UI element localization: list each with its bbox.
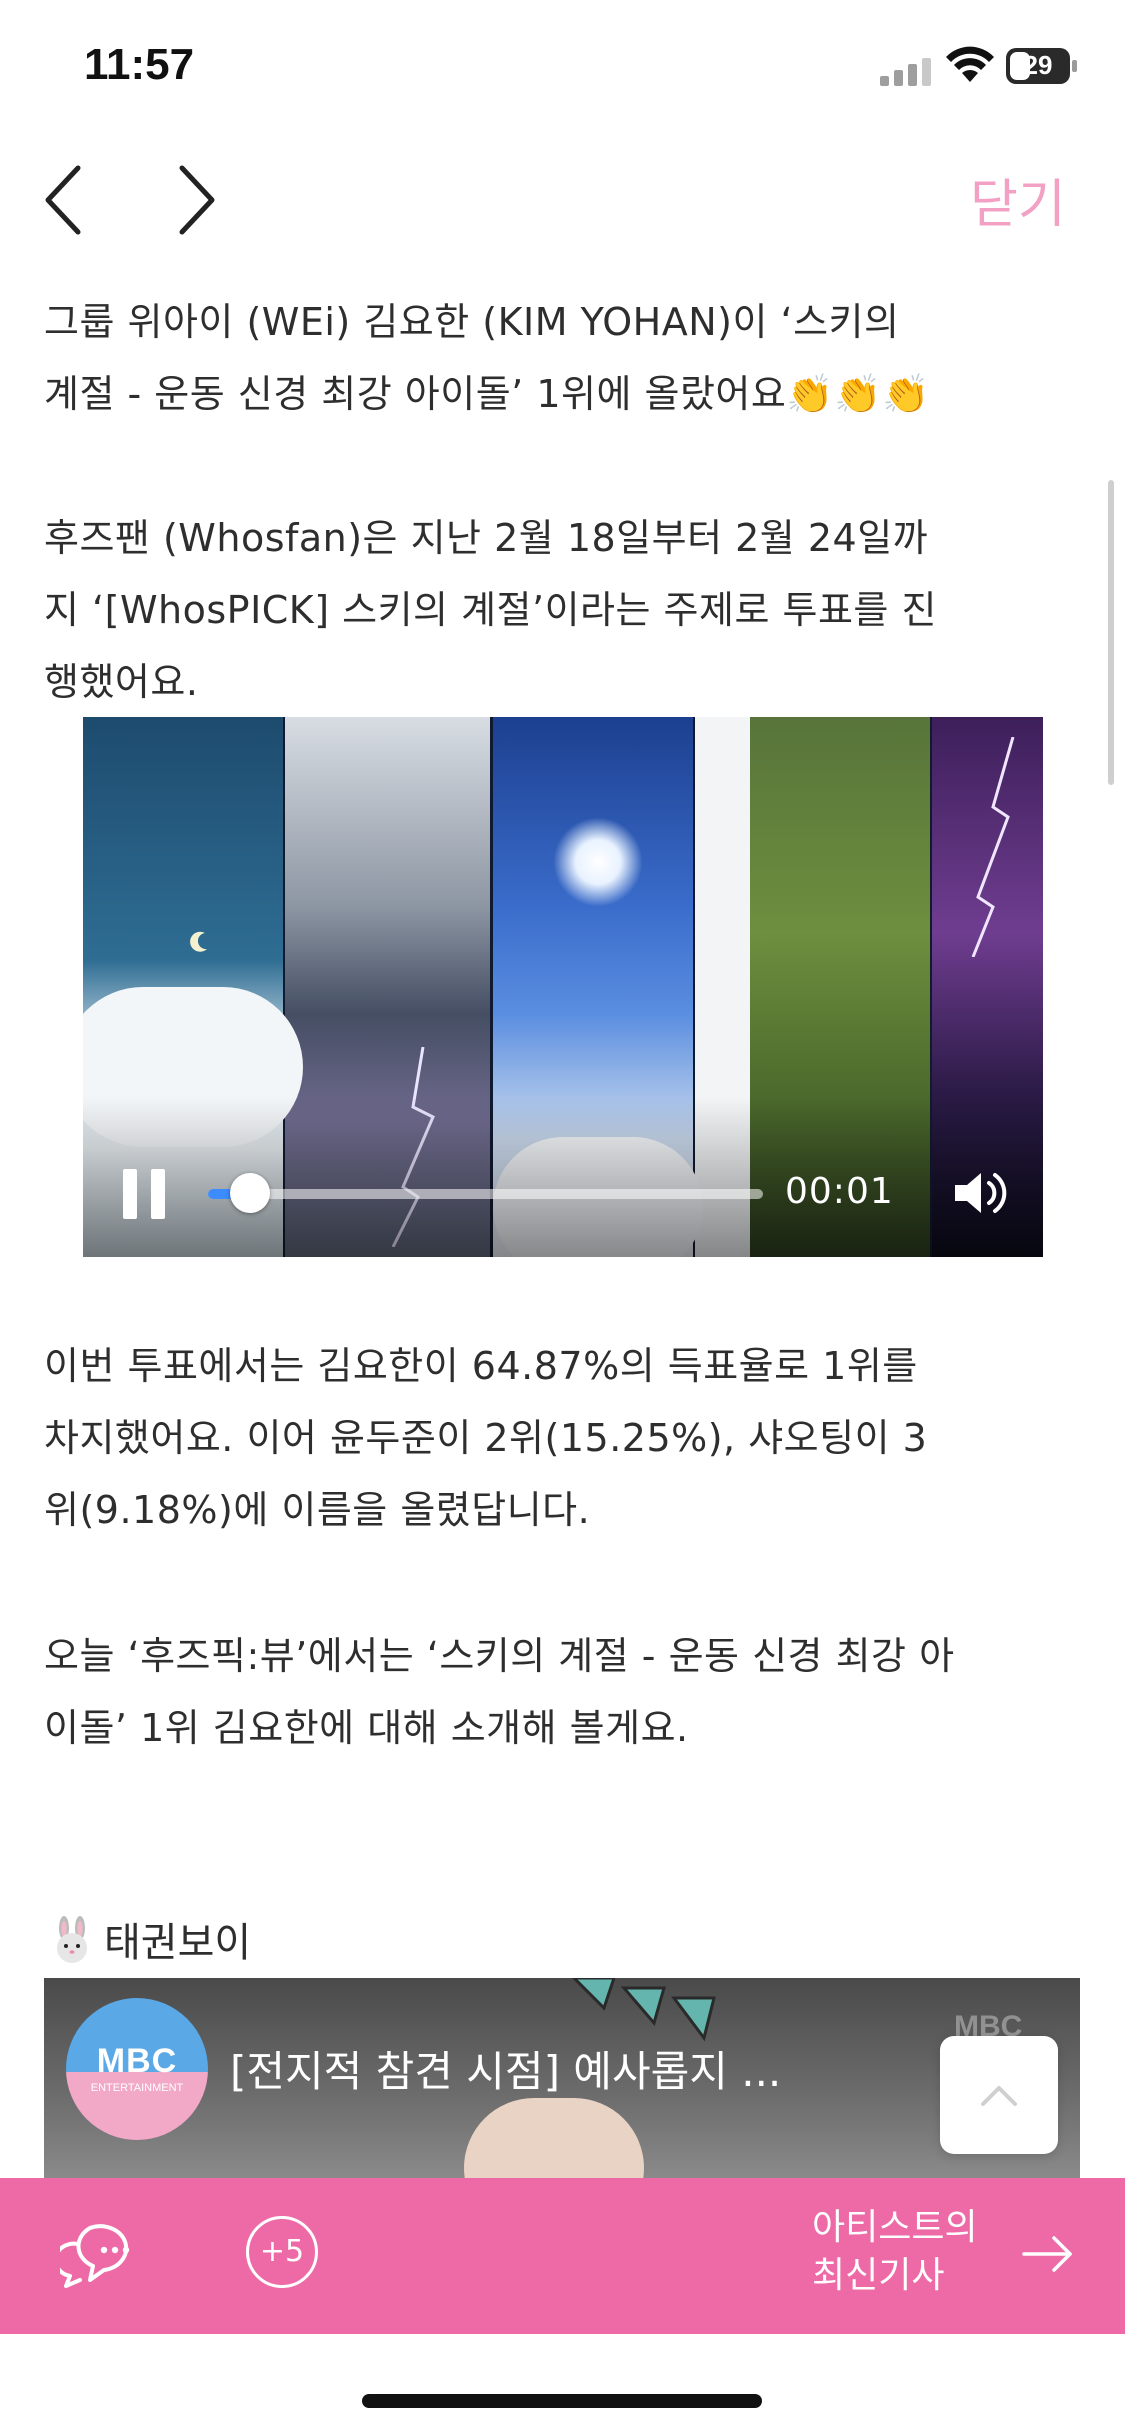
rabbit-icon <box>57 1916 87 1963</box>
scrollbar[interactable] <box>1108 480 1114 785</box>
paragraph-line: 오늘 ‘후즈픽:뷰’에서는 ‘스키의 계절 - 운동 신경 최강 아 <box>44 1634 955 1678</box>
latest-articles-label: 아티스트의 최신기사 <box>812 2207 978 2296</box>
artist-latest-articles-link[interactable]: 아티스트의 최신기사 <box>812 2204 1092 2308</box>
paragraph-line: 그룹 위아이 (WEi) 김요한 (KIM YOHAN)이 ‘스키의 <box>44 300 900 344</box>
chat-bubble-icon <box>53 2224 130 2288</box>
wifi-icon <box>946 46 994 82</box>
embedded-video-card[interactable]: MBC MBC ENTERTAINMENT [전지적 참견 시점] 예사롭지 .… <box>44 1978 1080 2178</box>
paragraph-line: 지 ‘[WhosPICK] 스키의 계절’이라는 주제로 투표를 진 <box>44 588 937 632</box>
paragraph-line: 위(9.18%)에 이름을 올렸답니다. <box>44 1488 591 1532</box>
video-player[interactable]: 00:01 <box>83 717 1043 1257</box>
embedded-video-title: [전지적 참견 시점] 예사롭지 ... <box>230 2047 782 2096</box>
scroll-to-top-button[interactable] <box>940 2036 1058 2154</box>
channel-logo: MBC ENTERTAINMENT <box>66 1998 208 2140</box>
pause-icon <box>123 1169 137 1219</box>
paragraph-line: 계절 - 운동 신경 최강 아이돌’ 1위에 올랐어요👏👏👏 <box>44 372 930 416</box>
lightning-bolt-graphic <box>971 737 1015 957</box>
battery-level: 29 <box>1023 50 1053 80</box>
volume-icon <box>955 1173 1007 1213</box>
plus-count-button[interactable]: +5 <box>246 2216 318 2288</box>
paragraph-line: 차지했어요. 이어 윤두준이 2위(15.25%), 샤오팅이 3 <box>44 1416 928 1460</box>
chevron-right-icon <box>179 165 215 235</box>
video-progress-handle[interactable] <box>230 1173 270 1213</box>
paragraph-line: 행했어요. <box>44 660 199 704</box>
article-paragraph-3: 이번 투표에서는 김요한이 64.87%의 득표율로 1위를 차지했어요. 이어… <box>44 1330 1084 1546</box>
paragraph-line: 후즈팬 (Whosfan)은 지난 2월 18일부터 2월 24일까 <box>44 516 929 560</box>
bottom-bar: +5 아티스트의 최신기사 <box>0 2178 1125 2334</box>
paragraph-line: 이번 투표에서는 김요한이 64.87%의 득표율로 1위를 <box>44 1344 918 1388</box>
status-time: 11:57 <box>84 40 195 89</box>
pause-button[interactable] <box>123 1169 167 1219</box>
video-controls-overlay <box>83 1097 1043 1257</box>
home-indicator <box>362 2394 762 2408</box>
close-button[interactable]: 닫기 <box>970 162 1066 237</box>
comment-button[interactable] <box>53 2218 144 2292</box>
video-time: 00:01 <box>785 1171 894 1212</box>
forward-button[interactable] <box>170 160 220 240</box>
channel-logo-subtext: ENTERTAINMENT <box>90 2082 184 2094</box>
battery-icon: 29 <box>1006 48 1077 84</box>
article-paragraph-2: 후즈팬 (Whosfan)은 지난 2월 18일부터 2월 24일까 지 ‘[W… <box>44 502 1084 718</box>
video-progress-bar[interactable] <box>208 1173 763 1213</box>
article-paragraph-1: 그룹 위아이 (WEi) 김요한 (KIM YOHAN)이 ‘스키의 계절 - … <box>44 286 1084 430</box>
chevron-left-icon <box>45 165 81 235</box>
volume-button[interactable] <box>951 1163 1011 1223</box>
moon-icon <box>190 931 207 952</box>
section-label-text: 태권보이 <box>104 1920 252 1966</box>
signal-icon <box>880 58 931 86</box>
back-button[interactable] <box>40 160 90 240</box>
article-paragraph-4: 오늘 ‘후즈픽:뷰’에서는 ‘스키의 계절 - 운동 신경 최강 아 이돌’ 1… <box>44 1620 1084 1764</box>
status-bar: 11:57 29 <box>0 0 1125 130</box>
channel-logo-text: MBC <box>96 2042 178 2080</box>
paragraph-line: 이돌’ 1위 김요한에 대해 소개해 볼게요. <box>44 1706 689 1750</box>
thumbnail-face <box>464 2098 644 2178</box>
arrow-right-icon <box>1022 2236 1072 2272</box>
chevron-up-icon <box>981 2086 1017 2106</box>
section-label: 태권보이 <box>48 1910 251 1968</box>
sun-shape <box>553 817 643 907</box>
